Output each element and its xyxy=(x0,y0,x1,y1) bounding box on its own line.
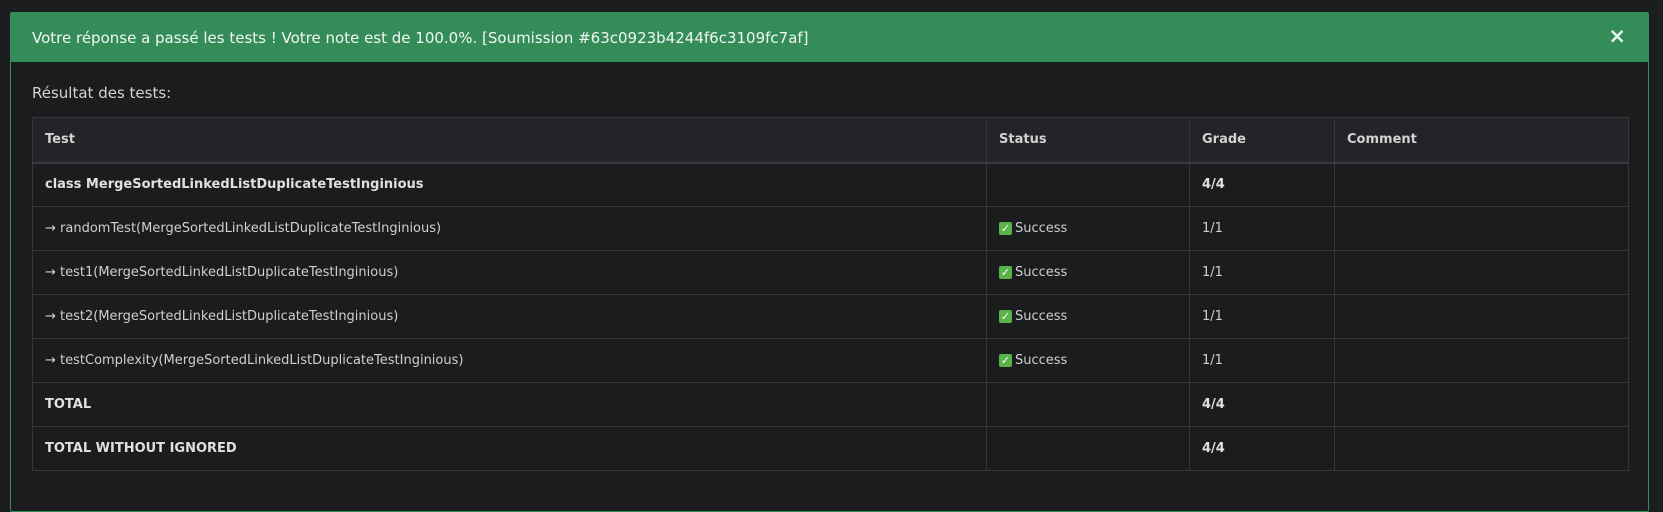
header-row: Test Status Grade Comment xyxy=(32,117,1629,164)
status-label: Success xyxy=(1015,353,1068,368)
status-cell: ✓ Success xyxy=(986,338,1190,383)
alert-body: Résultat des tests: Test Status Grade Co… xyxy=(11,62,1648,471)
status-cell: ✓ Success xyxy=(986,206,1190,251)
results-table-body: class MergeSortedLinkedListDuplicateTest… xyxy=(32,162,1629,471)
status-badge: ✓ Success xyxy=(999,353,1067,368)
status-cell xyxy=(986,426,1190,471)
column-header-comment: Comment xyxy=(1334,117,1629,164)
status-badge: ✓ Success xyxy=(999,309,1067,324)
check-mark-icon: ✓ xyxy=(999,266,1012,279)
test-name-cell: → test1(MergeSortedLinkedListDuplicateTe… xyxy=(32,250,987,295)
status-label: Success xyxy=(1015,265,1068,280)
results-title: Résultat des tests: xyxy=(32,84,172,102)
status-label: Success xyxy=(1015,221,1068,236)
test-name-cell: → test2(MergeSortedLinkedListDuplicateTe… xyxy=(32,294,987,339)
status-badge: ✓ Success xyxy=(999,221,1067,236)
comment-cell xyxy=(1334,426,1629,471)
status-label: Success xyxy=(1015,309,1068,324)
table-row: → test2(MergeSortedLinkedListDuplicateTe… xyxy=(32,294,1629,339)
grade-cell: 4/4 xyxy=(1189,162,1335,207)
results-table-header: Test Status Grade Comment xyxy=(32,117,1629,164)
check-mark-icon: ✓ xyxy=(999,222,1012,235)
success-alert: Votre réponse a passé les tests ! Votre … xyxy=(10,12,1649,512)
column-header-status: Status xyxy=(986,117,1190,164)
check-mark-icon: ✓ xyxy=(999,354,1012,367)
comment-cell xyxy=(1334,250,1629,295)
comment-cell xyxy=(1334,206,1629,251)
test-name-cell: TOTAL xyxy=(32,382,987,427)
comment-cell xyxy=(1334,162,1629,207)
table-row: → test1(MergeSortedLinkedListDuplicateTe… xyxy=(32,250,1629,295)
test-name-cell: → testComplexity(MergeSortedLinkedListDu… xyxy=(32,338,987,383)
comment-cell xyxy=(1334,294,1629,339)
column-header-grade: Grade xyxy=(1189,117,1335,164)
close-icon[interactable]: × xyxy=(1608,26,1626,47)
grade-cell: 1/1 xyxy=(1189,250,1335,295)
table-row: TOTAL 4/4 xyxy=(32,382,1629,427)
test-name-cell: class MergeSortedLinkedListDuplicateTest… xyxy=(32,162,987,207)
grade-cell: 1/1 xyxy=(1189,294,1335,339)
check-mark-icon: ✓ xyxy=(999,310,1012,323)
status-cell: ✓ Success xyxy=(986,250,1190,295)
grade-cell: 1/1 xyxy=(1189,206,1335,251)
status-badge: ✓ Success xyxy=(999,265,1067,280)
table-row: class MergeSortedLinkedListDuplicateTest… xyxy=(32,162,1629,207)
table-row: → testComplexity(MergeSortedLinkedListDu… xyxy=(32,338,1629,383)
comment-cell xyxy=(1334,338,1629,383)
status-cell xyxy=(986,382,1190,427)
alert-message: Votre réponse a passé les tests ! Votre … xyxy=(32,28,809,47)
test-name-cell: TOTAL WITHOUT IGNORED xyxy=(32,426,987,471)
status-cell xyxy=(986,162,1190,207)
results-table: Test Status Grade Comment class MergeSor… xyxy=(32,117,1629,471)
alert-header: Votre réponse a passé les tests ! Votre … xyxy=(11,13,1648,62)
table-row: TOTAL WITHOUT IGNORED 4/4 xyxy=(32,426,1629,471)
grade-cell: 1/1 xyxy=(1189,338,1335,383)
test-name-cell: → randomTest(MergeSortedLinkedListDuplic… xyxy=(32,206,987,251)
grade-cell: 4/4 xyxy=(1189,382,1335,427)
column-header-test: Test xyxy=(32,117,987,164)
table-row: → randomTest(MergeSortedLinkedListDuplic… xyxy=(32,206,1629,251)
comment-cell xyxy=(1334,382,1629,427)
grade-cell: 4/4 xyxy=(1189,426,1335,471)
status-cell: ✓ Success xyxy=(986,294,1190,339)
